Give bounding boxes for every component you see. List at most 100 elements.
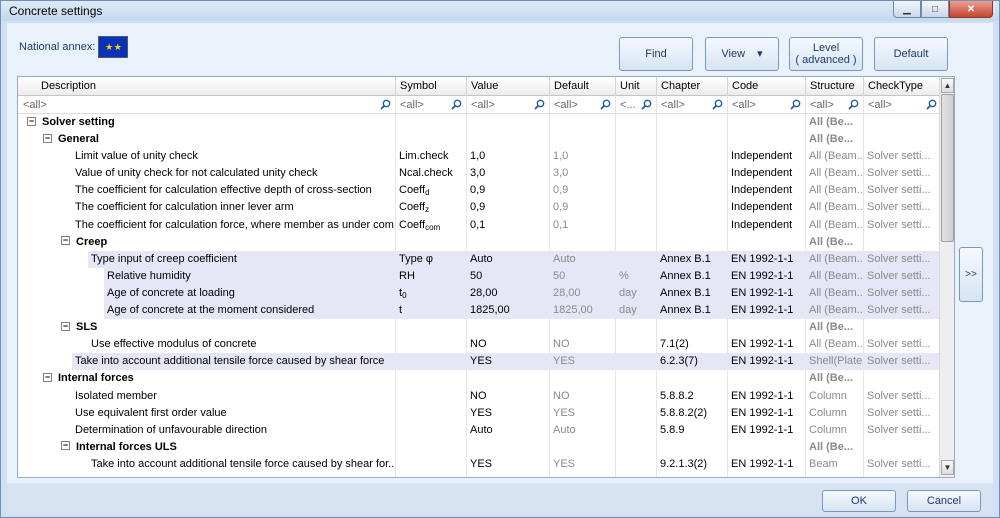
structure-cell: All (Be... (806, 319, 862, 336)
scroll-thumb[interactable] (941, 94, 954, 242)
header-checktype[interactable]: CheckType (863, 77, 941, 96)
table-row[interactable]: Isolated member NO NO 5.8.8.2 EN 1992-1-1 Col… (18, 388, 941, 405)
table-row[interactable]: The coefficient for calculation inner le… (18, 199, 941, 216)
value-text: YES (470, 355, 493, 368)
unit-cell (616, 199, 655, 216)
value-cell[interactable]: 3,0 (467, 165, 548, 182)
default-button[interactable]: Default (874, 37, 948, 71)
view-button[interactable]: View ▾ (705, 37, 779, 71)
value-cell[interactable]: NO (467, 336, 548, 353)
eu-flag-icon[interactable]: ★ ★ (98, 36, 128, 58)
collapse-toggle-icon[interactable]: − (43, 373, 52, 382)
find-button[interactable]: Find (619, 37, 693, 71)
structure-cell: All (Be... (806, 131, 862, 148)
search-icon[interactable] (380, 99, 391, 110)
unit-cell (616, 217, 655, 234)
value-cell[interactable]: YES (467, 353, 548, 370)
table-row[interactable]: Take into account additional tensile for… (18, 456, 941, 473)
value-cell[interactable] (467, 114, 548, 131)
symbol-cell (396, 405, 465, 422)
value-cell[interactable] (467, 131, 548, 148)
filter-cell-0[interactable]: <all> (20, 96, 395, 114)
value-cell[interactable]: 50 (467, 268, 548, 285)
description-cell: Age of concrete at the moment considered (90, 302, 395, 319)
value-cell[interactable]: Auto (467, 251, 548, 268)
header-unit[interactable]: Unit (615, 77, 656, 96)
structure-text: All (Beam... (809, 184, 862, 197)
default-text: 3,0 (553, 167, 569, 180)
table-row[interactable]: − Internal forces All (Be... (18, 370, 941, 387)
level-button[interactable]: Level ( advanced ) (789, 37, 863, 71)
table-row[interactable]: Use effective modulus of concrete NO NO 7.1… (18, 336, 941, 353)
table-row[interactable]: The coefficient for calculation effectiv… (18, 182, 941, 199)
header-symbol[interactable]: Symbol (395, 77, 466, 96)
value-cell[interactable]: Auto (467, 422, 548, 439)
search-icon[interactable] (641, 99, 652, 110)
table-row[interactable]: − General All (Be... (18, 131, 941, 148)
value-cell[interactable] (467, 439, 548, 456)
value-cell[interactable] (467, 319, 548, 336)
value-cell[interactable]: 1,0 (467, 148, 548, 165)
default-text: 50 (553, 269, 566, 282)
value-cell[interactable]: 0,1 (467, 217, 548, 234)
search-icon[interactable] (926, 99, 937, 110)
collapse-toggle-icon[interactable]: − (61, 441, 70, 451)
value-cell[interactable] (467, 234, 548, 251)
cancel-button[interactable]: Cancel (907, 490, 981, 512)
value-cell[interactable] (467, 370, 548, 387)
value-cell[interactable]: 0,9 (467, 182, 548, 199)
table-row[interactable]: Age of concrete at the moment considered… (18, 302, 941, 320)
collapse-toggle-icon[interactable]: − (61, 236, 70, 246)
value-cell[interactable]: YES (467, 456, 548, 473)
description-cell: Use equivalent first order value (58, 405, 395, 422)
value-cell[interactable]: 0,9 (467, 199, 548, 216)
collapse-toggle-icon[interactable]: − (43, 133, 52, 143)
vertical-scrollbar[interactable]: ▲ ▼ (939, 77, 954, 477)
value-cell[interactable]: 28,00 (467, 285, 548, 302)
scroll-down-icon[interactable]: ▼ (941, 460, 954, 475)
default-cell (550, 370, 614, 387)
search-icon[interactable] (600, 99, 611, 110)
header-structure[interactable]: Structure (805, 77, 863, 96)
search-icon[interactable] (451, 99, 462, 110)
table-row[interactable]: Value of unity check for not calculated … (18, 165, 941, 182)
maximize-button[interactable]: □ (921, 1, 949, 18)
header-chapter[interactable]: Chapter (656, 77, 727, 96)
table-row[interactable]: Determination of unfavourable direction A… (18, 422, 941, 439)
description-cell: − Solver setting (24, 114, 395, 131)
search-icon[interactable] (790, 99, 801, 110)
header-default[interactable]: Default (549, 77, 615, 96)
collapse-toggle-icon[interactable]: − (27, 116, 36, 126)
symbol-text: Coeff (399, 184, 426, 197)
value-cell[interactable]: YES (467, 405, 548, 422)
table-row[interactable]: Relative humidity RH 50 50% Annex B.1 EN 1992… (18, 267, 941, 285)
table-row[interactable]: − Internal forces ULS All (Be... (18, 439, 941, 456)
scroll-up-icon[interactable]: ▲ (941, 78, 954, 93)
table-row[interactable]: − Creep All (Be... (18, 234, 941, 251)
table-row[interactable]: Limit value of unity check Lim.check 1,0 1,… (18, 148, 941, 165)
code-text: Independent (731, 184, 793, 197)
header-code[interactable]: Code (727, 77, 805, 96)
table-row[interactable]: − Solver setting All (Be... (18, 114, 941, 131)
unit-cell (616, 336, 655, 353)
minimize-button[interactable]: ▁ (893, 1, 921, 18)
checktype-text: Solver setti... (867, 167, 931, 180)
table-row[interactable]: Age of concrete at loading t0 28,00 28,00 da… (18, 284, 941, 302)
search-icon[interactable] (534, 99, 545, 110)
table-row[interactable]: Use equivalent first order value YES YES 5.… (18, 405, 941, 422)
table-row[interactable]: Take into account additional tensile for… (18, 353, 941, 371)
table-row[interactable]: Type input of creep coefficient Type φ Aut… (18, 250, 941, 268)
ok-button[interactable]: OK (822, 490, 896, 512)
header-description[interactable]: Description (18, 77, 395, 96)
value-cell[interactable]: NO (467, 388, 548, 405)
close-button[interactable]: ✕ (949, 1, 993, 18)
table-row[interactable]: − SLS All (Be... (18, 319, 941, 336)
collapse-toggle-icon[interactable]: − (61, 321, 70, 331)
search-icon[interactable] (712, 99, 723, 110)
table-row[interactable]: The coefficient for calculation force, w… (18, 217, 941, 234)
header-value[interactable]: Value (466, 77, 549, 96)
expand-panel-button[interactable]: >> (959, 247, 983, 302)
chapter-text: Annex B.1 (660, 269, 711, 282)
value-cell[interactable]: 1825,00 (467, 302, 548, 319)
search-icon[interactable] (848, 99, 859, 110)
